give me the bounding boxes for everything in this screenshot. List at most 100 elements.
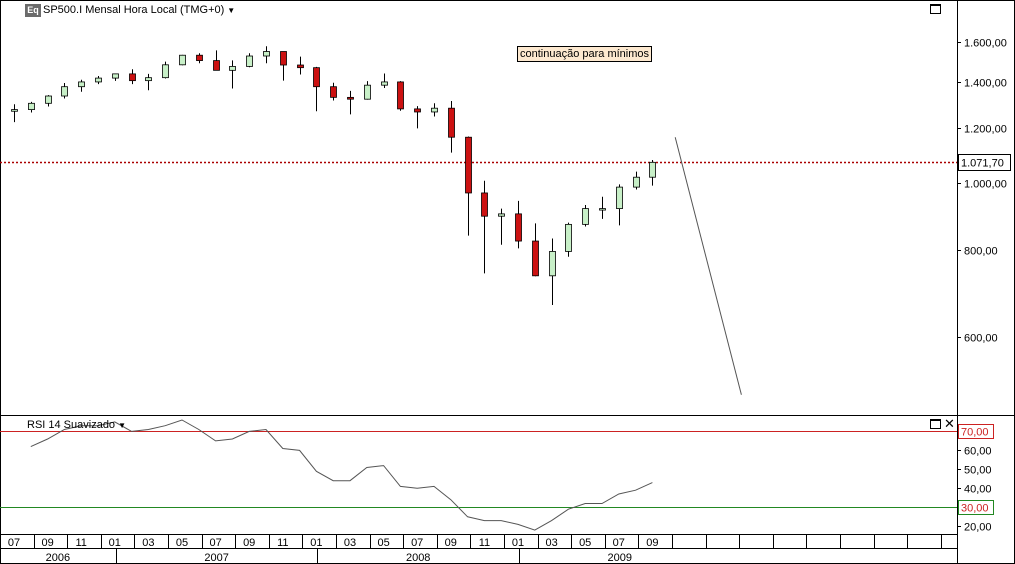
outer-frame [0,0,1015,564]
candle[interactable] [481,180,488,274]
candle-body [364,84,371,100]
candle-body [78,81,85,88]
x-month-label: 09 [646,537,658,549]
y-tick-label: 600,00 [964,333,998,345]
x-month-label: 03 [344,537,356,549]
candle-body [565,223,572,252]
trendline-path[interactable] [674,137,742,395]
chart-title[interactable]: SP500.I Mensal Hora Local (TMG+0) ▼ [43,4,235,16]
x-year-label: 2009 [608,552,632,564]
y-tick-label: 1.600,00 [964,38,1007,50]
candle[interactable] [414,106,421,129]
annotation-label[interactable]: continuação para mínimos [517,46,653,62]
candle-body [649,161,656,178]
candle[interactable] [431,103,438,117]
x-month-label: 11 [479,537,490,549]
indicator-title[interactable]: RSI 14 Suavizado ▼ [27,419,126,431]
candle[interactable] [347,90,354,115]
rsi-tick: 30,00 [957,500,994,515]
candle[interactable] [313,66,320,112]
candle-body [397,81,404,110]
candle[interactable] [196,53,203,64]
chevron-down-icon[interactable]: ▼ [118,421,126,430]
x-month-label: 01 [310,537,322,549]
candle[interactable] [448,101,455,153]
x-month-label: 07 [209,537,221,549]
x-month-label: 11 [277,537,288,549]
x-year-label: 2007 [204,552,228,564]
candle-body [616,186,623,209]
candle-body [313,67,320,88]
x-year-label: 2006 [46,552,70,564]
candle[interactable] [95,75,102,85]
indicator-title-text: RSI 14 Suavizado [27,419,116,431]
candle[interactable] [582,205,589,227]
candle[interactable] [129,69,136,85]
chart-canvas: 600,00 800,00 1.000,00 1.200,00 1.400,00 1.60… [0,0,1015,564]
chevron-down-icon[interactable]: ▼ [227,6,235,15]
candle-body [162,64,169,79]
rsi-axis: 20,00 30,00 40,00 50,00 60,00 70,00 [957,424,994,534]
instrument-badge[interactable]: Eq [25,4,41,17]
rsi-tick: 60,00 [957,446,992,458]
candle[interactable] [532,223,539,277]
close-icon[interactable]: ✕ [944,417,955,430]
candle[interactable] [280,51,287,81]
candle[interactable] [297,56,304,75]
rsi-panel [0,419,957,531]
candle[interactable] [465,136,472,236]
candle[interactable] [78,79,85,92]
maximize-icon[interactable] [930,4,941,14]
x-month-label: 03 [142,537,154,549]
rsi-tick-label: 40,00 [964,484,992,496]
rsi-tick-label: 60,00 [964,446,992,458]
candle[interactable] [498,208,505,245]
candle[interactable] [179,54,186,66]
candle[interactable] [633,171,640,190]
rsi-tick-label: 20,00 [964,522,992,534]
trendline[interactable] [674,137,742,395]
x-month-label: 01 [109,537,121,549]
candle-body [633,176,640,188]
candle[interactable] [397,81,404,111]
candle[interactable] [229,60,236,89]
candle[interactable] [263,46,270,64]
y-tick-label: 1.000,00 [964,179,1007,191]
candle[interactable] [549,238,556,306]
candle[interactable] [364,81,371,100]
last-price-text: 1.071,70 [961,158,1004,170]
x-month-label: 05 [579,537,591,549]
candle-body [129,73,136,82]
x-month-label: 07 [613,537,625,549]
x-month-label: 09 [243,537,255,549]
rsi-tick-label: 70,00 [961,427,989,439]
candle[interactable] [112,73,119,81]
candle[interactable] [616,184,623,226]
candle[interactable] [162,61,169,79]
candle[interactable] [565,222,572,257]
candle[interactable] [599,196,606,219]
candle-body [28,102,35,111]
candle[interactable] [145,73,152,91]
candle[interactable] [381,73,388,89]
candle-body [515,213,522,242]
candle[interactable] [61,83,68,99]
rsi-tick: 40,00 [957,484,992,496]
candle-body [145,77,152,82]
candle[interactable] [213,50,220,71]
x-month-label: 11 [75,537,86,549]
candle-body [11,109,18,112]
candle[interactable] [246,53,253,68]
candle[interactable] [649,160,656,186]
candle-body [498,213,505,217]
candle[interactable] [45,95,52,107]
candle[interactable] [515,200,522,249]
candle-body [381,81,388,86]
price-axis: 600,00 800,00 1.000,00 1.200,00 1.400,00 1.60… [957,38,1011,345]
y-tick-label: 1.400,00 [964,78,1007,90]
candle[interactable] [330,82,337,101]
candle-body [179,54,186,66]
candle[interactable] [28,101,35,113]
candle[interactable] [11,104,18,123]
maximize-indicator-icon[interactable] [930,419,941,429]
